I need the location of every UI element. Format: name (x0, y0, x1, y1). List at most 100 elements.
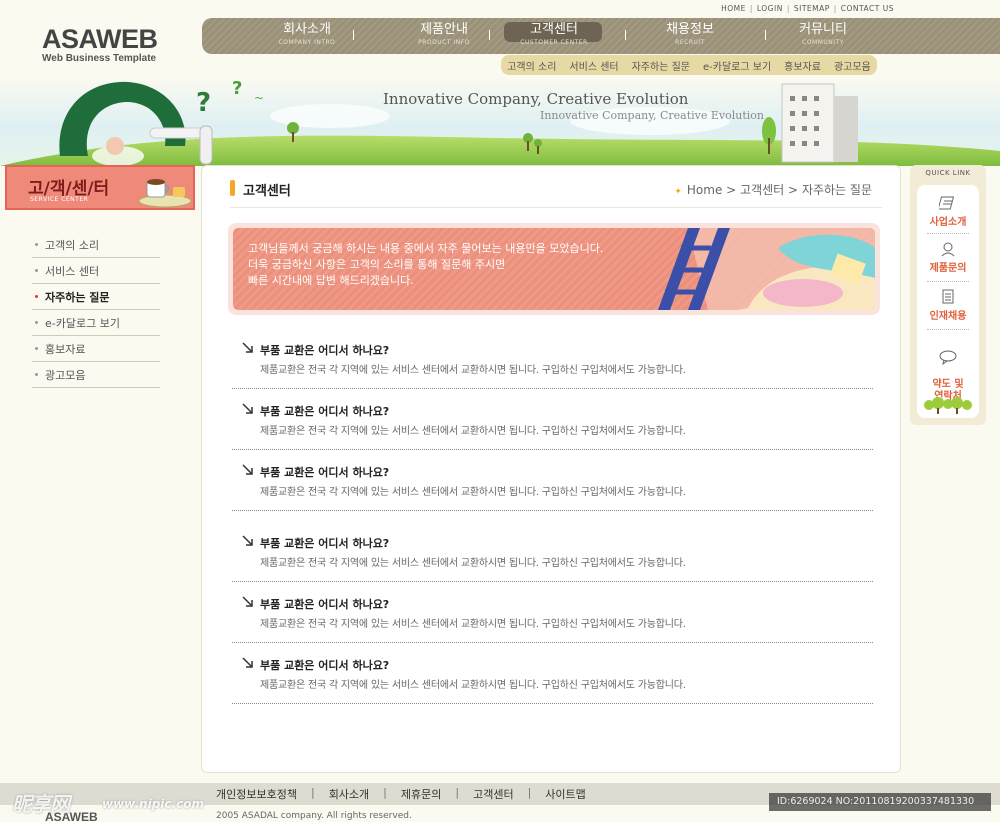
svg-text:?: ? (196, 88, 211, 118)
quick-link-recruit[interactable]: 인재채용 (925, 289, 971, 322)
breadcrumb-section[interactable]: 고객센터 (740, 183, 784, 197)
left-menu-item-pr[interactable]: 홍보자료 (32, 336, 160, 362)
faq-question[interactable]: 부품 교환은 어디서 하나요? (260, 403, 389, 419)
subnav-voice[interactable]: 고객의 소리 (507, 58, 556, 73)
gnb-sub-label: RECRUIT (675, 39, 705, 46)
global-nav: 회사소개 COMPANY INTRO 제품안내 PRODUCT INFO 고객센터 C… (202, 18, 1000, 54)
svg-text:?: ? (232, 78, 242, 99)
divider (927, 233, 969, 234)
faq-item: 부품 교환은 어디서 하나요? 제품교환은 전국 각 지역에 있는 서비스 센터… (232, 527, 873, 582)
bullet-icon (35, 347, 38, 350)
util-contact-link[interactable]: CONTACT US (841, 4, 894, 13)
faq-question[interactable]: 부품 교환은 어디서 하나요? (260, 464, 389, 480)
faq-question[interactable]: 부품 교환은 어디서 하나요? (260, 596, 389, 612)
quick-link-map[interactable]: 약도 및 연락처 (925, 337, 971, 403)
quick-link-label: 사업소개 (929, 217, 967, 228)
faq-question[interactable]: 부품 교환은 어디서 하나요? (260, 342, 389, 358)
copyright: 2005 ASADAL company. All rights reserved… (216, 811, 412, 821)
page-header: 고객센터 ✦ Home > 고객센터 > 자주하는 질문 (230, 178, 882, 208)
footer-privacy-link[interactable]: 개인정보보호정책 (216, 786, 297, 802)
breadcrumb: ✦ Home > 고객센터 > 자주하는 질문 (674, 181, 872, 198)
divider (927, 329, 969, 330)
section-title-en: SERVICE CENTER (30, 196, 89, 203)
intro-banner-inner: 고객님들께서 궁금해 하시는 내용 중에서 자주 물어보는 내용만을 모았습니다… (233, 228, 875, 310)
section-title-box: 고/객/센/터 SERVICE CENTER (5, 165, 195, 210)
trees-icon (924, 397, 972, 414)
footer-support-link[interactable]: 고객센터 (473, 786, 513, 802)
quick-link-label: 인재채용 (929, 311, 967, 322)
gnb-customer-center[interactable]: 고객센터 CUSTOMER CENTER (504, 22, 604, 46)
arrow-down-right-icon[interactable] (242, 403, 254, 415)
gnb-divider (489, 30, 490, 40)
faq-answer: 제품교환은 전국 각 지역에 있는 서비스 센터에서 교환하시면 됩니다. 구입… (260, 619, 686, 630)
gnb-label: 회사소개 (283, 22, 331, 37)
left-menu-item-voice[interactable]: 고객의 소리 (32, 232, 160, 258)
footer-sitemap-link[interactable]: 사이트맵 (545, 786, 585, 802)
quick-link-title: QUICK LINK (925, 169, 971, 177)
subnav-pr[interactable]: 홍보자료 (784, 58, 821, 73)
faq-answer: 제품교환은 전국 각 지역에 있는 서비스 센터에서 교환하시면 됩니다. 구입… (260, 365, 686, 376)
gnb-label: 고객센터 (530, 22, 578, 37)
gnb-sub-label: COMPANY INTRO (278, 39, 336, 46)
gnb-company-intro[interactable]: 회사소개 COMPANY INTRO (257, 22, 357, 46)
gnb-divider (765, 30, 766, 40)
subnav-service-center[interactable]: 서비스 센터 (569, 58, 618, 73)
arrow-down-right-icon[interactable] (242, 535, 254, 547)
banner-subtitle: Innovative Company, Creative Evolution (540, 109, 764, 122)
faq-answer: 제품교환은 전국 각 지역에 있는 서비스 센터에서 교환하시면 됩니다. 구입… (260, 426, 686, 437)
gnb-product-info[interactable]: 제품안내 PRODUCT INFO (394, 22, 494, 46)
subnav-ads[interactable]: 광고모음 (834, 58, 871, 73)
coffee-cup-icon (138, 179, 192, 208)
gnb-recruit[interactable]: 채용정보 RECRUIT (640, 22, 740, 46)
util-login-link[interactable]: LOGIN (757, 4, 783, 13)
gnb-divider (625, 30, 626, 40)
footer-company-link[interactable]: 회사소개 (329, 786, 369, 802)
left-menu-label: 광고모음 (45, 368, 86, 382)
intro-line: 고객님들께서 궁금해 하시는 내용 중에서 자주 물어보는 내용만을 모았습니다… (248, 242, 604, 255)
arrow-down-right-icon[interactable] (242, 342, 254, 354)
site-logo[interactable]: ASAWEB Web Business Template (42, 24, 158, 64)
gnb-community[interactable]: 커뮤니티 COMMUNITY (773, 22, 873, 46)
util-home-link[interactable]: HOME (721, 4, 746, 13)
chat-icon (939, 350, 957, 365)
gnb-sub-label: COMMUNITY (802, 39, 844, 46)
left-menu-item-catalog[interactable]: e-카달로그 보기 (32, 310, 160, 336)
content-panel: 고객센터 ✦ Home > 고객센터 > 자주하는 질문 고객님들께서 궁금해 … (201, 165, 901, 773)
intro-illustration (658, 228, 875, 310)
breadcrumb-home[interactable]: Home (687, 183, 722, 197)
left-menu-item-ads[interactable]: 광고모음 (32, 362, 160, 388)
bullet-icon (35, 243, 38, 246)
quick-link-business[interactable]: 사업소개 (925, 195, 971, 228)
subnav-faq[interactable]: 자주하는 질문 (632, 58, 690, 73)
faq-answer: 제품교환은 전국 각 지역에 있는 서비스 센터에서 교환하시면 됩니다. 구입… (260, 487, 686, 498)
page-title: 고객센터 (243, 184, 291, 199)
faq-item: 부품 교환은 어디서 하나요? 제품교환은 전국 각 지역에 있는 서비스 센터… (232, 334, 873, 389)
faq-question[interactable]: 부품 교환은 어디서 하나요? (260, 535, 389, 551)
main-banner: ? ? ~ Innovative Company, Creative Evolu… (0, 76, 1000, 166)
quick-link-label: 제품문의 (929, 263, 967, 274)
faq-answer: 제품교환은 전국 각 지역에 있는 서비스 센터에서 교환하시면 됩니다. 구입… (260, 680, 686, 691)
gnb-sub-label: CUSTOMER CENTER (520, 39, 588, 46)
title-marker (230, 180, 235, 196)
gnb-label: 제품안내 (420, 22, 468, 37)
left-menu-label: 자주하는 질문 (45, 290, 110, 304)
gnb-divider (353, 30, 354, 40)
breadcrumb-sep: > (726, 183, 737, 197)
footer-partnership-link[interactable]: 제휴문의 (401, 786, 441, 802)
quick-link-product[interactable]: 제품문의 (925, 241, 971, 274)
subnav-catalog[interactable]: e-카달로그 보기 (703, 58, 771, 73)
util-sitemap-link[interactable]: SITEMAP (794, 4, 830, 13)
faq-item: 부품 교환은 어디서 하나요? 제품교환은 전국 각 지역에 있는 서비스 센터… (232, 456, 873, 511)
arrow-down-right-icon[interactable] (242, 657, 254, 669)
breadcrumb-sep: > (788, 183, 799, 197)
left-menu: 고객의 소리 서비스 센터 자주하는 질문 e-카달로그 보기 홍보자료 광고모… (32, 232, 160, 388)
faq-item: 부품 교환은 어디서 하나요? 제품교환은 전국 각 지역에 있는 서비스 센터… (232, 588, 873, 643)
left-menu-item-faq[interactable]: 자주하는 질문 (32, 284, 160, 310)
arrow-down-right-icon[interactable] (242, 464, 254, 476)
arrow-down-right-icon[interactable] (242, 596, 254, 608)
quick-link-box: 사업소개 제품문의 인재채용 약도 및 연락처 (917, 185, 979, 418)
intro-banner: 고객님들께서 궁금해 하시는 내용 중에서 자주 물어보는 내용만을 모았습니다… (228, 223, 880, 315)
intro-text: 고객님들께서 궁금해 하시는 내용 중에서 자주 물어보는 내용만을 모았습니다… (248, 241, 603, 289)
faq-question[interactable]: 부품 교환은 어디서 하나요? (260, 657, 389, 673)
left-menu-item-service-center[interactable]: 서비스 센터 (32, 258, 160, 284)
